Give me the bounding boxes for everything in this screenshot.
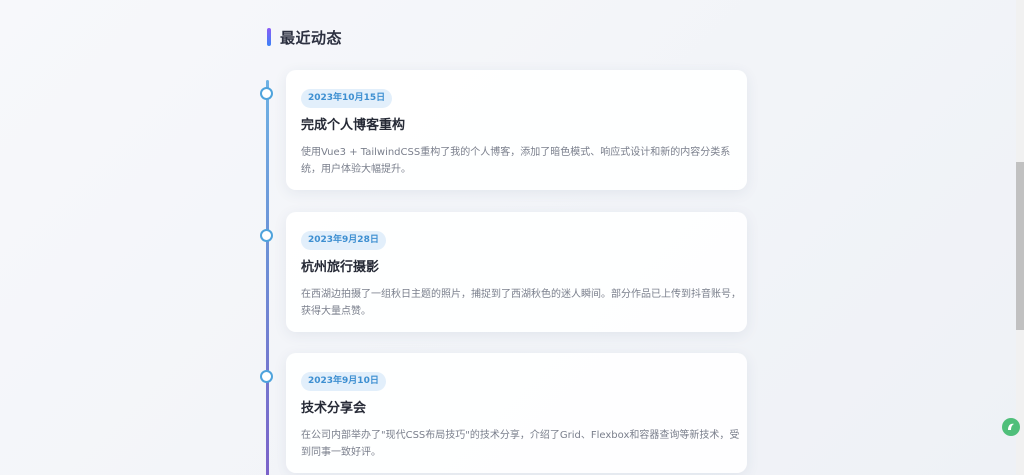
card-title: 完成个人博客重构 — [301, 118, 406, 133]
assistant-glyph-icon — [1008, 423, 1014, 430]
timeline-line — [266, 80, 269, 475]
section-title: 最近动态 — [280, 28, 343, 47]
header-accent-bar — [267, 28, 271, 46]
card-description: 在公司内部举办了"现代CSS布局技巧"的技术分享，介绍了Grid、Flexbox… — [301, 430, 740, 458]
timeline-dot — [260, 229, 273, 242]
card-description: 使用Vue3 + TailwindCSS重构了我的个人博客，添加了暗色模式、响应… — [301, 147, 731, 175]
timeline-dot — [260, 87, 273, 100]
timeline-card[interactable]: 2023年9月10日 技术分享会 在公司内部举办了"现代CSS布局技巧"的技术分… — [286, 353, 747, 473]
card-description: 在西湖边拍摄了一组秋日主题的照片，捕捉到了西湖秋色的迷人瞬间。部分作品已上传到抖… — [301, 289, 741, 317]
assistant-icon[interactable] — [1002, 418, 1020, 436]
scrollbar-track[interactable] — [1016, 0, 1024, 475]
timeline-card[interactable]: 2023年10月15日 完成个人博客重构 使用Vue3 + TailwindCS… — [286, 70, 747, 190]
timeline-dot — [260, 370, 273, 383]
card-title: 技术分享会 — [301, 401, 367, 416]
date-badge: 2023年9月10日 — [301, 372, 386, 391]
date-badge: 2023年9月28日 — [301, 231, 386, 250]
timeline-card[interactable]: 2023年9月28日 杭州旅行摄影 在西湖边拍摄了一组秋日主题的照片，捕捉到了西… — [286, 212, 747, 332]
card-title: 杭州旅行摄影 — [301, 260, 380, 275]
scrollbar-thumb[interactable] — [1016, 162, 1024, 330]
section-header: 最近动态 — [267, 27, 342, 47]
date-badge: 2023年10月15日 — [301, 89, 393, 108]
